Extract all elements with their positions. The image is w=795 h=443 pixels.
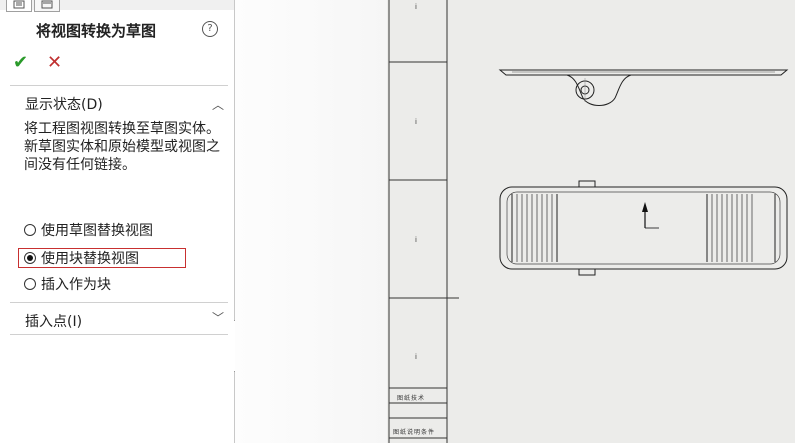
title-block-cell: 图纸说明条件 [393,429,436,436]
option-replace-with-sketch[interactable]: 使用草图替换视图 [24,220,153,240]
feature-tree-icon [13,0,25,8]
cancel-button[interactable]: ✕ [47,52,62,73]
drawing-lines [388,0,789,443]
zone-marker: i [415,118,417,126]
property-manager-tab[interactable] [34,0,60,12]
radio-replace-with-sketch[interactable] [24,224,36,236]
ok-button[interactable]: ✔ [13,52,28,73]
drawing-sheet[interactable]: i i i i 图纸技术 图纸说明条件 [387,0,795,443]
option-label: 使用草图替换视图 [41,223,153,239]
zone-marker: i [415,353,417,361]
feature-manager-tab[interactable] [6,0,32,12]
zone-marker: i [415,3,417,11]
divider [10,334,228,335]
chevron-up-icon[interactable]: ︿ [212,96,224,113]
display-state-description: 将工程图视图转换至草图实体。新草图实体和原始模型或视图之间没有任何链接。 [24,121,220,173]
title-block-cell: 图纸技术 [397,395,426,402]
divider [10,85,228,86]
panel-tabs [0,0,234,12]
display-state-header[interactable]: 显示状态(D) [25,94,103,114]
highlight-box [18,248,186,268]
chevron-down-icon[interactable]: ﹀ [212,309,224,326]
option-label: 插入作为块 [41,277,111,293]
option-insert-as-block[interactable]: 插入作为块 [24,274,111,294]
property-manager-panel: 将视图转换为草图 ? ✔ ✕ 显示状态(D) ︿ 将工程图视图转换至草图实体。新… [0,0,235,443]
zone-marker: i [415,236,417,244]
radio-insert-as-block[interactable] [24,278,36,290]
divider [10,302,228,303]
page-title: 将视图转换为草图 [36,22,157,40]
help-icon[interactable]: ? [202,21,218,37]
insert-point-header[interactable]: 插入点(I) [25,311,82,331]
property-list-icon [41,0,53,8]
